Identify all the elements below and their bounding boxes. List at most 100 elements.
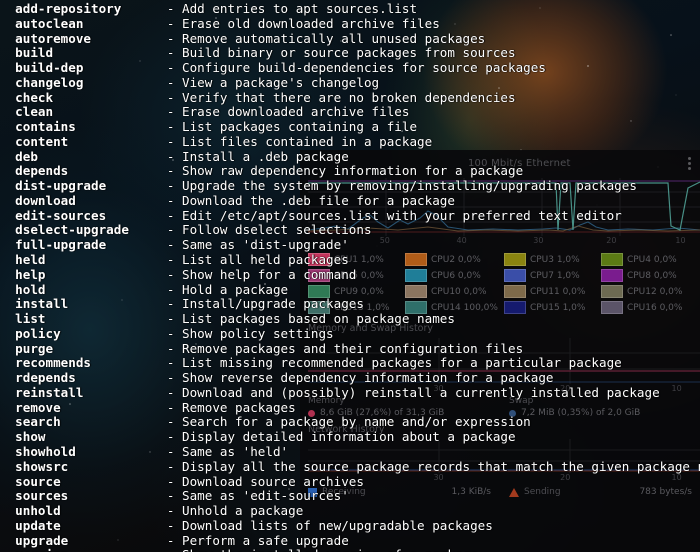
terminal-command-row: reinstall - Download and (possibly) rein… [0,384,700,401]
terminal-command-row: sources - Same as 'edit-sources' [0,488,700,504]
terminal-command-row: held - List all held packages [0,252,700,268]
command-name: show [0,429,167,445]
terminal-command-row: recommends - List missing recommended pa… [0,355,700,371]
command-description: Download and (possibly) reinstall a curr… [181,384,660,400]
command-name: update [0,517,167,533]
command-name: purge [0,340,167,356]
command-description: List packages based on package names [181,311,455,327]
command-separator: - [166,517,182,533]
terminal-command-row: showsrc - Display all the source package… [0,458,700,475]
command-description: Remove packages and their configuration … [181,340,524,356]
command-name: install [0,296,167,312]
command-description: List all held packages [181,252,349,268]
command-name: rdepends [0,370,167,386]
terminal-window[interactable]: add-repository - Add entries to apt sour… [0,0,700,552]
command-separator: - [166,532,182,548]
command-separator: - [166,443,182,459]
command-name: autoremove [0,30,167,46]
command-name: upgrade [0,532,167,548]
terminal-command-row: install - Install/upgrade packages [0,296,700,312]
command-name: add-repository [0,1,167,16]
command-separator: - [166,399,182,415]
command-name: sources [0,488,167,504]
terminal-command-row: help - Show help for a command [0,267,700,283]
command-separator: - [166,340,182,356]
command-description: Build binary or source packages from sou… [181,45,516,61]
command-name: search [0,414,167,430]
command-name: contains [0,119,167,135]
command-name: content [0,133,167,149]
command-description: Search for a package by name and/or expr… [181,414,531,430]
terminal-command-row: showhold - Same as 'held' [0,443,700,460]
command-name: build-dep [0,60,167,76]
terminal-command-row: depends - Show raw dependency informatio… [0,164,700,179]
command-description: Verify that there are no broken dependen… [181,89,516,105]
command-description: List packages containing a file [181,119,418,135]
command-separator: - [166,74,182,90]
terminal-command-row: version - Show the installed version of … [0,547,700,552]
command-description: Same as 'dist-upgrade' [181,237,349,253]
terminal-command-row: add-repository - Add entries to apt sour… [0,1,700,17]
terminal-command-row: clean - Erase downloaded archive files [0,104,700,120]
command-separator: - [166,60,182,76]
command-description: Unhold a package [181,503,304,519]
command-name: list [0,311,167,327]
command-name: dselect-upgrade [0,222,167,238]
command-name: download [0,192,167,208]
command-name: version [0,547,167,552]
command-description: Install/upgrade packages [181,296,364,312]
command-name: showsrc [0,458,167,474]
command-description: List files contained in a package [181,133,433,149]
terminal-command-row: build - Build binary or source packages … [0,45,700,61]
command-name: edit-sources [0,207,167,223]
command-separator: - [166,163,182,179]
command-description: Show policy settings [181,325,334,341]
command-separator: - [166,325,182,341]
terminal-command-row: changelog - View a package's changelog [0,74,700,91]
command-separator: - [166,355,182,371]
command-name: showhold [0,443,167,459]
command-separator: - [166,15,182,31]
command-separator: - [166,384,182,400]
command-separator: - [166,222,182,238]
command-description: Download source archives [181,473,364,489]
command-separator: - [166,148,182,164]
terminal-command-row: download - Download the .deb file for a … [0,192,700,209]
command-description: Same as 'edit-sources' [181,488,349,504]
command-name: clean [0,104,167,120]
command-description: Configure build-dependencies for source … [181,60,546,76]
command-separator: - [166,311,182,327]
command-name: build [0,45,167,61]
command-description: Perform a safe upgrade [181,532,349,548]
command-separator: - [166,89,182,105]
command-description: Download lists of new/upgradable package… [181,517,493,533]
terminal-command-row: dselect-upgrade - Follow dselect selecti… [0,223,700,238]
terminal-command-row: search - Search for a package by name an… [0,415,700,430]
command-name: remove [0,399,167,415]
terminal-command-row: check - Verify that there are no broken … [0,89,700,106]
command-description: Follow dselect selections [181,222,372,238]
command-name: held [0,252,167,268]
command-description: Show reverse dependency information for … [181,370,554,386]
command-name: recommends [0,355,167,371]
command-separator: - [166,488,182,504]
terminal-command-row: contains - List packages containing a fi… [0,119,700,135]
terminal-command-row: show - Display detailed information abou… [0,429,700,445]
command-name: full-upgrade [0,237,167,253]
command-separator: - [166,104,182,120]
command-separator: - [166,429,182,445]
command-separator: - [166,178,182,194]
command-description: Download the .deb file for a package [181,192,455,208]
command-description: View a package's changelog [181,74,380,90]
command-description: Same as 'held' [181,443,289,459]
terminal-command-row: purge - Remove packages and their config… [0,340,700,357]
command-description: Remove automatically all unused packages [181,30,486,46]
terminal-command-row: update - Download lists of new/upgradabl… [0,517,700,534]
command-name: source [0,473,167,489]
terminal-command-row: deb - Install a .deb package [0,148,700,165]
command-name: dist-upgrade [0,178,167,194]
command-description: Remove packages [181,399,296,415]
command-name: check [0,89,167,105]
command-description: Erase old downloaded archive files [181,15,440,31]
command-description: List missing recommended packages for a … [181,355,622,371]
